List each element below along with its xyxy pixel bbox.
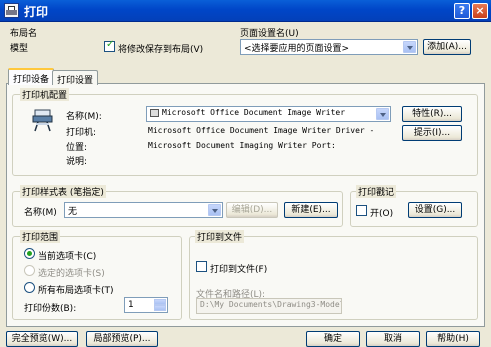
radio-selected-tabs[interactable]	[24, 265, 35, 276]
copies-label: 打印份数(B):	[24, 304, 77, 314]
plot-style-title: 打印样式表 (笔指定)	[20, 185, 106, 198]
chevron-down-icon	[208, 204, 221, 216]
tab-plot-settings[interactable]: 打印设置	[52, 70, 99, 86]
plot-to-file-title: 打印到文件	[195, 230, 245, 243]
layout-name-label: 布局名	[10, 29, 38, 39]
radio-all-layout-tabs[interactable]	[24, 282, 35, 293]
spin-down-icon[interactable]	[154, 305, 166, 311]
plotter-icon	[32, 109, 53, 132]
plot-stamp-title: 打印戳记	[356, 185, 397, 198]
plot-stamp-on-checkbox[interactable]	[356, 205, 367, 216]
printer-value: Microsoft Office Document Image Writer D…	[148, 126, 375, 135]
plot-to-file-label: 打印到文件(F)	[210, 265, 268, 275]
plot-stamp-settings-button[interactable]: 设置(G)...	[408, 202, 462, 218]
help-button[interactable]: 帮助(H)	[426, 331, 480, 347]
printer-app-icon	[4, 3, 19, 18]
plot-range-title: 打印范围	[20, 230, 61, 243]
ok-button[interactable]: 确定	[306, 331, 360, 347]
save-changes-label: 将修改保存到布局(V)	[118, 45, 204, 55]
new-plot-style-button[interactable]: 新建(E)...	[284, 202, 338, 218]
window-title: 打印	[24, 5, 49, 19]
save-changes-checkbox[interactable]	[104, 39, 115, 52]
close-caption-button[interactable]: ×	[472, 3, 488, 19]
cancel-button[interactable]: 取消	[366, 331, 420, 347]
description-label: 说明:	[66, 157, 88, 167]
plot-to-file-checkbox[interactable]	[196, 261, 207, 272]
printer-label: 打印机:	[66, 128, 97, 138]
add-page-setup-button[interactable]: 添加(A)...	[423, 39, 471, 55]
tab-plot-device[interactable]: 打印设备	[8, 68, 55, 85]
page-setup-dropdown[interactable]: <选择要应用的页面设置>	[240, 39, 418, 55]
radio-all-layout-tabs-label: 所有布局选项卡(T)	[38, 286, 114, 296]
printer-name-label: 名称(M):	[66, 112, 102, 122]
printer-name-dropdown[interactable]: Microsoft Office Document Image Writer	[146, 106, 391, 122]
location-value: Microsoft Document Imaging Writer Port:	[148, 141, 336, 150]
page-setup-label: 页面设置名(U)	[240, 29, 299, 39]
plot-style-dropdown[interactable]: 无	[64, 202, 223, 218]
page-setup-value: <选择要应用的页面设置>	[244, 44, 350, 54]
help-caption-button[interactable]: ?	[454, 3, 470, 19]
printer-properties-button[interactable]: 特性(R)...	[402, 106, 462, 122]
printer-name-value: Microsoft Office Document Image Writer	[162, 108, 346, 117]
printer-small-icon	[150, 108, 159, 117]
edit-plot-style-button[interactable]: 编辑(D)...	[226, 202, 278, 218]
chevron-down-icon	[376, 108, 389, 120]
hints-button[interactable]: 提示(I)...	[402, 125, 462, 141]
partial-preview-button[interactable]: 局部预览(P)...	[86, 331, 158, 347]
copies-value: 1	[128, 300, 134, 310]
radio-selected-tabs-label: 选定的选项卡(S)	[38, 269, 105, 279]
radio-current-tab-label: 当前选项卡(C)	[38, 252, 97, 262]
chevron-down-icon	[403, 41, 416, 53]
layout-name-value: 模型	[10, 44, 29, 54]
location-label: 位置:	[66, 143, 88, 153]
plot-style-name-label: 名称(M)	[24, 208, 57, 218]
plot-style-value: 无	[68, 207, 78, 217]
file-path-input[interactable]: D:\My Documents\Drawing3-Model.p	[196, 298, 342, 314]
copies-stepper[interactable]: 1	[124, 297, 168, 313]
radio-current-tab[interactable]	[24, 248, 35, 259]
title-bar[interactable]	[0, 0, 491, 22]
plot-stamp-on-label: 开(O)	[370, 209, 394, 219]
full-preview-button[interactable]: 完全预览(W)...	[6, 331, 78, 347]
printer-config-title: 打印机配置	[20, 88, 70, 101]
